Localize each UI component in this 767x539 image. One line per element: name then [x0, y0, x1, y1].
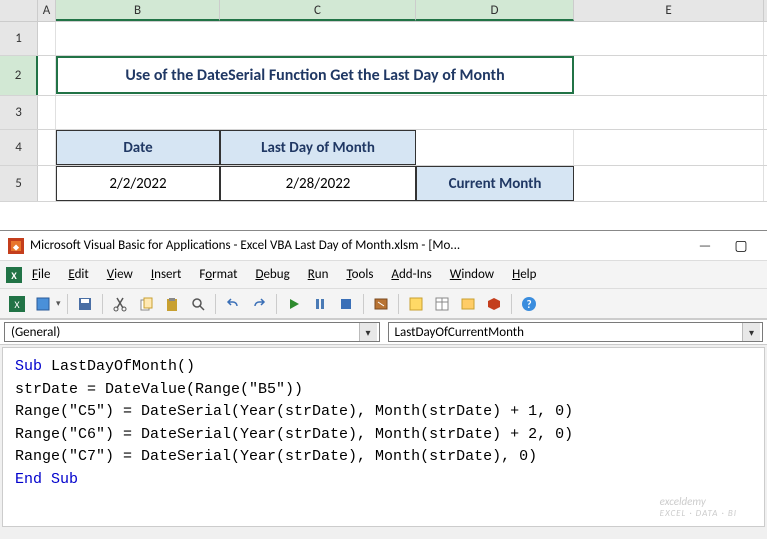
- save-icon[interactable]: [74, 293, 96, 315]
- dropdown-icon[interactable]: ▾: [56, 298, 61, 309]
- reset-icon[interactable]: [335, 293, 357, 315]
- cell-e1[interactable]: [574, 22, 764, 55]
- cell-a3[interactable]: [38, 96, 56, 129]
- cell-b1[interactable]: [56, 22, 574, 55]
- object-combo-value: (General): [11, 325, 60, 340]
- undo-icon[interactable]: [222, 293, 244, 315]
- run-icon[interactable]: [283, 293, 305, 315]
- cell-a1[interactable]: [38, 22, 56, 55]
- menu-addins[interactable]: Add-Ins: [383, 264, 439, 285]
- col-header-c[interactable]: C: [220, 0, 416, 21]
- code-keyword: End Sub: [15, 471, 78, 488]
- cell-b3[interactable]: [56, 96, 574, 129]
- procedure-combo[interactable]: LastDayOfCurrentMonth ▾: [388, 322, 764, 342]
- chevron-down-icon[interactable]: ▾: [742, 323, 760, 341]
- vba-app-icon: ⬥: [8, 238, 24, 254]
- menu-help[interactable]: Help: [504, 264, 544, 285]
- vba-toolbar: X ▾ ?: [0, 289, 767, 319]
- code-text: LastDayOfMonth(): [42, 358, 195, 375]
- menu-view[interactable]: View: [99, 264, 141, 285]
- row-header-3[interactable]: 3: [0, 96, 38, 129]
- col-header-e[interactable]: E: [574, 0, 764, 21]
- vba-menubar: X File Edit View Insert Format Debug Run…: [0, 261, 767, 289]
- code-line: Range("C6") = DateSerial(Year(strDate), …: [15, 424, 752, 447]
- menu-format[interactable]: Format: [191, 264, 245, 285]
- watermark-main: exceldemy: [660, 495, 737, 508]
- cell-d4[interactable]: [416, 130, 574, 165]
- help-icon[interactable]: ?: [518, 293, 540, 315]
- chevron-down-icon[interactable]: ▾: [359, 323, 377, 341]
- design-mode-icon[interactable]: [370, 293, 392, 315]
- minimize-button[interactable]: —: [687, 237, 723, 254]
- redo-icon[interactable]: [248, 293, 270, 315]
- select-all-corner[interactable]: [0, 0, 38, 21]
- project-explorer-icon[interactable]: [405, 293, 427, 315]
- vba-titlebar: ⬥ Microsoft Visual Basic for Application…: [0, 231, 767, 261]
- row-header-4[interactable]: 4: [0, 130, 38, 165]
- vba-window: ⬥ Microsoft Visual Basic for Application…: [0, 230, 767, 539]
- vba-title-text: Microsoft Visual Basic for Applications …: [30, 238, 687, 253]
- menu-window[interactable]: Window: [442, 264, 502, 285]
- col-header-d[interactable]: D: [416, 0, 574, 21]
- menu-tools[interactable]: Tools: [338, 264, 381, 285]
- cell-lastday[interactable]: 2/28/2022: [220, 166, 416, 201]
- cut-icon[interactable]: [109, 293, 131, 315]
- header-lastday[interactable]: Last Day of Month: [220, 130, 416, 165]
- svg-text:?: ?: [526, 298, 531, 311]
- menu-file[interactable]: File: [24, 264, 58, 285]
- row-header-1[interactable]: 1: [0, 22, 38, 55]
- find-icon[interactable]: [187, 293, 209, 315]
- watermark-sub: EXCEL · DATA · BI: [660, 508, 737, 519]
- cell-a5[interactable]: [38, 166, 56, 201]
- column-headers: A B C D E: [0, 0, 767, 22]
- menu-run[interactable]: Run: [300, 264, 337, 285]
- svg-text:X: X: [11, 269, 17, 282]
- cell-current-month[interactable]: Current Month: [416, 166, 574, 201]
- menu-edit[interactable]: Edit: [60, 264, 96, 285]
- menu-insert[interactable]: Insert: [143, 264, 190, 285]
- cell-date[interactable]: 2/2/2022: [56, 166, 220, 201]
- excel-icon: X: [6, 267, 22, 283]
- watermark: exceldemy EXCEL · DATA · BI: [660, 495, 737, 519]
- code-editor[interactable]: Sub LastDayOfMonth() strDate = DateValue…: [2, 347, 765, 527]
- code-line: Range("C7") = DateSerial(Year(strDate), …: [15, 446, 752, 469]
- procedure-combo-value: LastDayOfCurrentMonth: [395, 325, 524, 340]
- cell-e3[interactable]: [574, 96, 764, 129]
- svg-text:⬥: ⬥: [13, 242, 20, 252]
- cell-a4[interactable]: [38, 130, 56, 165]
- code-keyword: Sub: [15, 358, 42, 375]
- properties-icon[interactable]: [431, 293, 453, 315]
- col-header-a[interactable]: A: [38, 0, 56, 21]
- maximize-button[interactable]: ▢: [723, 237, 759, 254]
- row-header-2[interactable]: 2: [0, 56, 38, 95]
- insert-module-icon[interactable]: [32, 293, 54, 315]
- cell-e4[interactable]: [574, 130, 764, 165]
- cell-e2[interactable]: [574, 56, 764, 95]
- vba-combos: (General) ▾ LastDayOfCurrentMonth ▾: [0, 319, 767, 345]
- menu-debug[interactable]: Debug: [247, 264, 297, 285]
- code-line: Range("C5") = DateSerial(Year(strDate), …: [15, 401, 752, 424]
- excel-grid: A B C D E 1 2 Use of the DateSerial Func…: [0, 0, 767, 202]
- header-date[interactable]: Date: [56, 130, 220, 165]
- row-header-5[interactable]: 5: [0, 166, 38, 201]
- copy-icon[interactable]: [135, 293, 157, 315]
- title-cell[interactable]: Use of the DateSerial Function Get the L…: [56, 56, 574, 94]
- object-combo[interactable]: (General) ▾: [4, 322, 380, 342]
- object-browser-icon[interactable]: [457, 293, 479, 315]
- toolbox-icon[interactable]: [483, 293, 505, 315]
- paste-icon[interactable]: [161, 293, 183, 315]
- col-header-b[interactable]: B: [56, 0, 220, 21]
- cell-e5[interactable]: [574, 166, 764, 201]
- break-icon[interactable]: [309, 293, 331, 315]
- view-excel-icon[interactable]: X: [6, 293, 28, 315]
- svg-text:X: X: [14, 298, 20, 311]
- code-line: strDate = DateValue(Range("B5")): [15, 379, 752, 402]
- cell-a2[interactable]: [38, 56, 56, 95]
